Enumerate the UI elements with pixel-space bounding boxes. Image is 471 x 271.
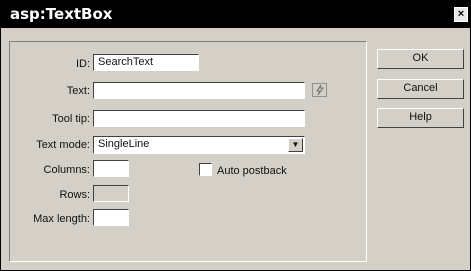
max-length-label: Max length: [33,213,90,225]
text-mode-value: SingleLine [98,138,150,150]
text-mode-label: Text mode: [36,139,90,151]
text-input[interactable] [93,82,305,99]
textbox-dialog: asp:TextBox × ID: SearchText Text: Tool … [0,0,471,271]
columns-input[interactable] [93,160,129,177]
id-label: ID: [75,58,90,70]
ok-button[interactable]: OK [377,49,464,69]
lightning-icon[interactable] [311,83,328,98]
help-button[interactable]: Help [377,108,464,128]
columns-label: Columns: [43,164,90,176]
text-mode-select[interactable]: SingleLine ▼ [93,136,305,154]
text-label: Text: [66,85,90,97]
auto-postback-label: Auto postback [217,165,287,177]
id-input[interactable]: SearchText [93,54,199,71]
rows-input[interactable] [93,185,129,202]
auto-postback-checkbox[interactable] [199,163,212,176]
close-icon[interactable]: × [454,7,468,22]
title-bar: asp:TextBox × [1,1,470,28]
chevron-down-icon[interactable]: ▼ [288,138,303,152]
tooltip-input[interactable] [93,110,305,127]
tooltip-label: Tool tip: [52,113,90,125]
max-length-input[interactable] [93,209,129,226]
cancel-button[interactable]: Cancel [377,79,464,99]
window-title: asp:TextBox [10,5,113,23]
rows-label: Rows: [59,189,90,201]
